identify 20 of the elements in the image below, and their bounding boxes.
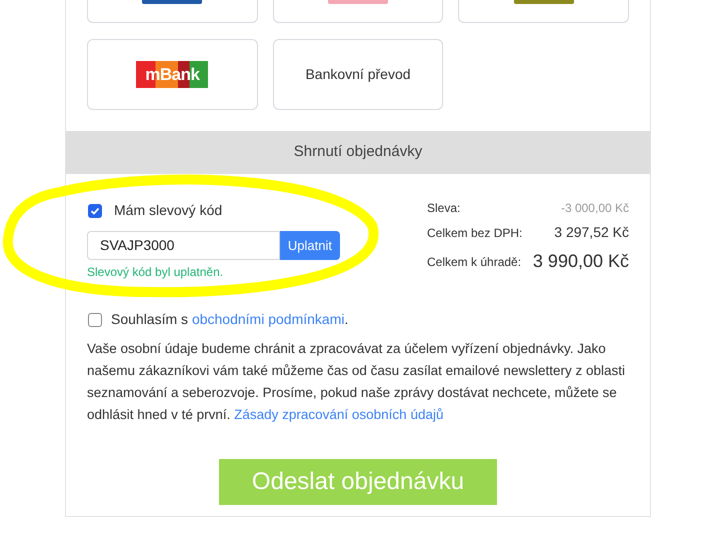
privacy-notice: Vaše osobní údaje budeme chránit a zpracovávat za účelem vyřízení objednávky. Jako našemu zákazníkovi vám také můžeme čas od času zasílat emailové newslettery z oblasti seznamování a seberozvoje. Prosíme, pokud naše zprávy dostávat nechcete, můžete se odhlásit hned v té první. Zásady zpracování osobních údajů — [87, 340, 626, 424]
checkmark-icon — [90, 206, 100, 216]
total-label: Celkem k úhradě: — [427, 254, 522, 270]
success-message: Slevový kód byl uplatněn. — [87, 264, 224, 281]
checkbox[interactable] — [88, 312, 102, 326]
total-value: 3 297,52 Kč — [554, 223, 629, 242]
terms-link[interactable]: obchodními podmínkami — [192, 311, 344, 327]
total-value: -3 000,00 Kč — [560, 200, 629, 217]
payment-option[interactable]: Bankovní převod — [272, 39, 444, 110]
terms-agreement: Souhlasím s obchodními podmínkami. — [111, 310, 348, 329]
apply-button[interactable]: Uplatnit — [280, 231, 340, 260]
checkbox-label: Mám slevový kód — [114, 201, 222, 220]
total-label: Sleva: — [427, 200, 460, 217]
option-label: Bankovní převod — [305, 65, 411, 84]
total-value: 3 990,00 Kč — [532, 250, 629, 273]
section-title: Shrnutí objednávky — [294, 142, 422, 162]
total-label: Celkem bez DPH: — [427, 224, 522, 242]
discount-code-field[interactable]: SVAJP3000 — [87, 231, 280, 260]
checkbox[interactable] — [88, 204, 102, 218]
privacy-policy-link[interactable]: Zásady zpracování osobních údajů — [234, 407, 444, 422]
